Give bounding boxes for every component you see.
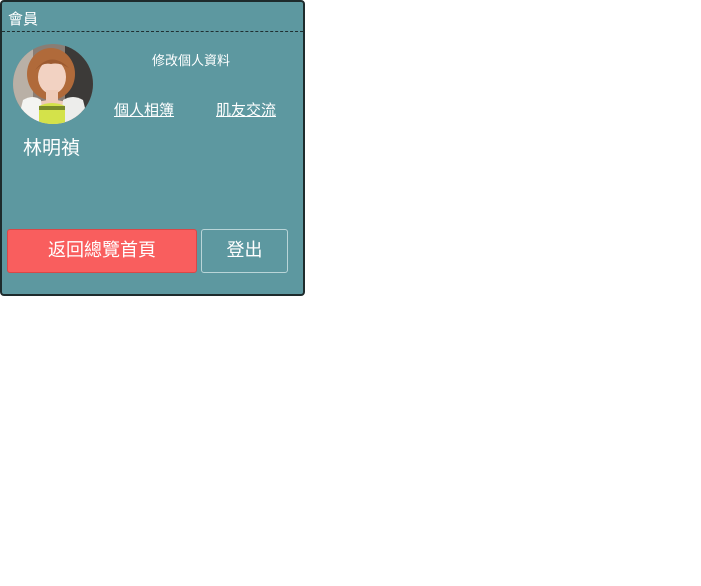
member-name: 林明禎 <box>23 137 81 159</box>
member-panel: 會員 林明禎 修改個人資料 個人相簿 肌友交流 返回總覽首頁 登出 <box>0 0 305 296</box>
panel-header: 會員 <box>2 2 303 32</box>
panel-title: 會員 <box>8 10 39 28</box>
avatar <box>13 44 93 124</box>
avatar-image <box>13 44 93 124</box>
logout-button[interactable]: 登出 <box>201 229 288 273</box>
photo-album-link[interactable]: 個人相簿 <box>114 100 174 120</box>
edit-profile-link[interactable]: 修改個人資料 <box>152 53 230 71</box>
friends-link[interactable]: 肌友交流 <box>216 100 276 120</box>
return-home-button[interactable]: 返回總覽首頁 <box>7 229 197 273</box>
